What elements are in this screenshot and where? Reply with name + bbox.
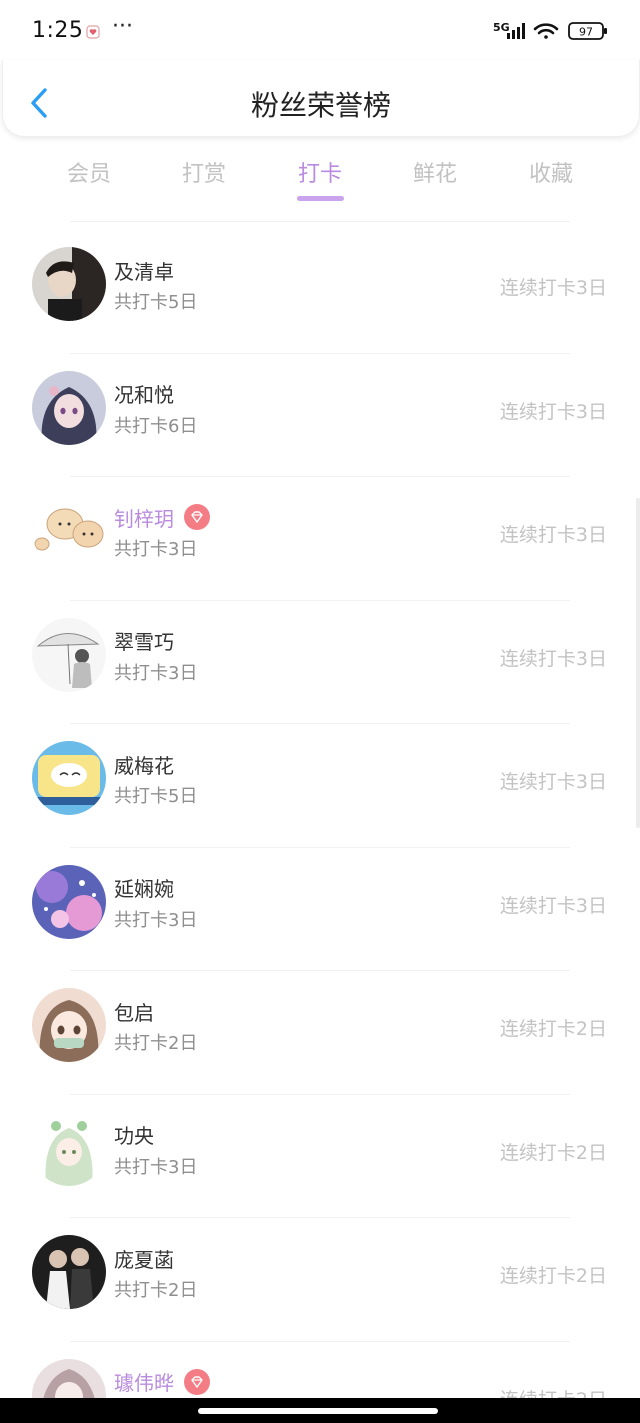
status-indicators: 5G 97 (493, 21, 607, 40)
total-checkin-days: 共打卡2日 (114, 1033, 198, 1054)
streak-days: 连续打卡3日 (499, 400, 607, 423)
list-item[interactable]: 庞夏菡 共打卡2日 连续打卡2日 (0, 1218, 640, 1342)
avatar[interactable] (32, 988, 106, 1062)
total-checkin-days: 共打卡3日 (114, 662, 198, 684)
user-name: 庞夏菡 (114, 1247, 174, 1272)
divider (70, 221, 570, 222)
tab-flowers[interactable]: 鲜花 (395, 156, 475, 188)
total-checkin-days: 共打卡3日 (114, 1156, 198, 1178)
system-nav-bar (0, 1398, 640, 1423)
avatar[interactable] (32, 617, 106, 692)
total-checkin-days: 共打卡2日 (114, 1280, 198, 1301)
rank-list: 及清卓 共打卡5日 连续打卡3日 况和悦 共打卡6日 连续打卡3日 钊梓玥 共打… (0, 230, 640, 1423)
streak-days: 连续打卡3日 (499, 647, 607, 670)
user-name: 况和悦 (114, 383, 174, 407)
user-name: 威梅花 (114, 753, 174, 778)
notification-app-icon (86, 25, 100, 39)
total-checkin-days: 共打卡5日 (114, 292, 198, 313)
battery-level: 97 (579, 26, 593, 39)
user-name: 及清卓 (114, 259, 174, 284)
diamond-vip-icon (184, 1368, 210, 1395)
scrollbar[interactable] (636, 498, 640, 828)
status-time: 1:25 (32, 18, 84, 43)
avatar[interactable] (32, 1235, 106, 1309)
wifi-icon (533, 23, 559, 39)
avatar[interactable] (32, 864, 106, 939)
tab-favorites[interactable]: 收藏 (511, 156, 591, 188)
avatar[interactable] (32, 370, 106, 445)
tab-bar: 会员 打赏 打卡 鲜花 收藏 (0, 150, 640, 206)
battery-icon: 97 (568, 22, 607, 40)
list-item[interactable]: 功央 共打卡3日 连续打卡2日 (0, 1095, 640, 1218)
avatar[interactable] (32, 741, 106, 815)
active-tab-indicator (297, 196, 344, 201)
header: 粉丝荣誉榜 (2, 60, 640, 137)
list-item[interactable]: 及清卓 共打卡5日 连续打卡3日 (0, 230, 640, 354)
user-name: 璩伟晔 (114, 1371, 174, 1395)
user-name: 钊梓玥 (114, 506, 174, 531)
user-name: 功央 (114, 1124, 154, 1148)
streak-days: 连续打卡2日 (499, 1141, 607, 1164)
list-item[interactable]: 威梅花 共打卡5日 连续打卡3日 (0, 724, 640, 848)
streak-days: 连续打卡3日 (499, 524, 607, 546)
total-checkin-days: 共打卡6日 (114, 415, 198, 437)
tab-rewards[interactable]: 打赏 (164, 156, 244, 188)
list-item[interactable]: 钊梓玥 共打卡3日 连续打卡3日 (0, 477, 640, 601)
total-checkin-days: 共打卡3日 (114, 909, 198, 931)
home-indicator[interactable] (198, 1408, 438, 1414)
user-name: 包启 (114, 1000, 154, 1025)
list-item[interactable]: 延娴婉 共打卡3日 连续打卡3日 (0, 848, 640, 971)
signal-icon (507, 23, 525, 39)
streak-days: 连续打卡3日 (499, 894, 607, 917)
list-item[interactable]: 包启 共打卡2日 连续打卡2日 (0, 971, 640, 1095)
streak-days: 连续打卡2日 (499, 1265, 607, 1287)
network-type-label: 5G (493, 21, 510, 34)
avatar[interactable] (32, 247, 106, 321)
tab-checkin[interactable]: 打卡 (280, 156, 360, 188)
avatar[interactable] (32, 1111, 106, 1186)
list-item[interactable]: 翠雪巧 共打卡3日 连续打卡3日 (0, 601, 640, 724)
tab-members[interactable]: 会员 (49, 156, 129, 188)
user-name: 翠雪巧 (114, 630, 174, 654)
streak-days: 连续打卡3日 (499, 277, 607, 299)
list-item[interactable]: 况和悦 共打卡6日 连续打卡3日 (0, 354, 640, 477)
fan-honor-page: 1:25 ··· 5G 97 粉丝荣誉榜 会员 打赏 打卡 鲜花 收藏 及清卓 … (0, 0, 640, 1423)
user-name: 延娴婉 (114, 877, 174, 901)
total-checkin-days: 共打卡5日 (114, 786, 198, 807)
more-notifications-icon: ··· (112, 14, 133, 39)
diamond-vip-icon (184, 504, 210, 530)
page-title: 粉丝荣誉榜 (250, 89, 391, 122)
status-bar: 1:25 ··· 5G 97 (0, 0, 640, 60)
avatar[interactable] (32, 494, 106, 568)
total-checkin-days: 共打卡3日 (114, 539, 198, 560)
streak-days: 连续打卡2日 (499, 1018, 607, 1040)
streak-days: 连续打卡3日 (499, 771, 607, 793)
